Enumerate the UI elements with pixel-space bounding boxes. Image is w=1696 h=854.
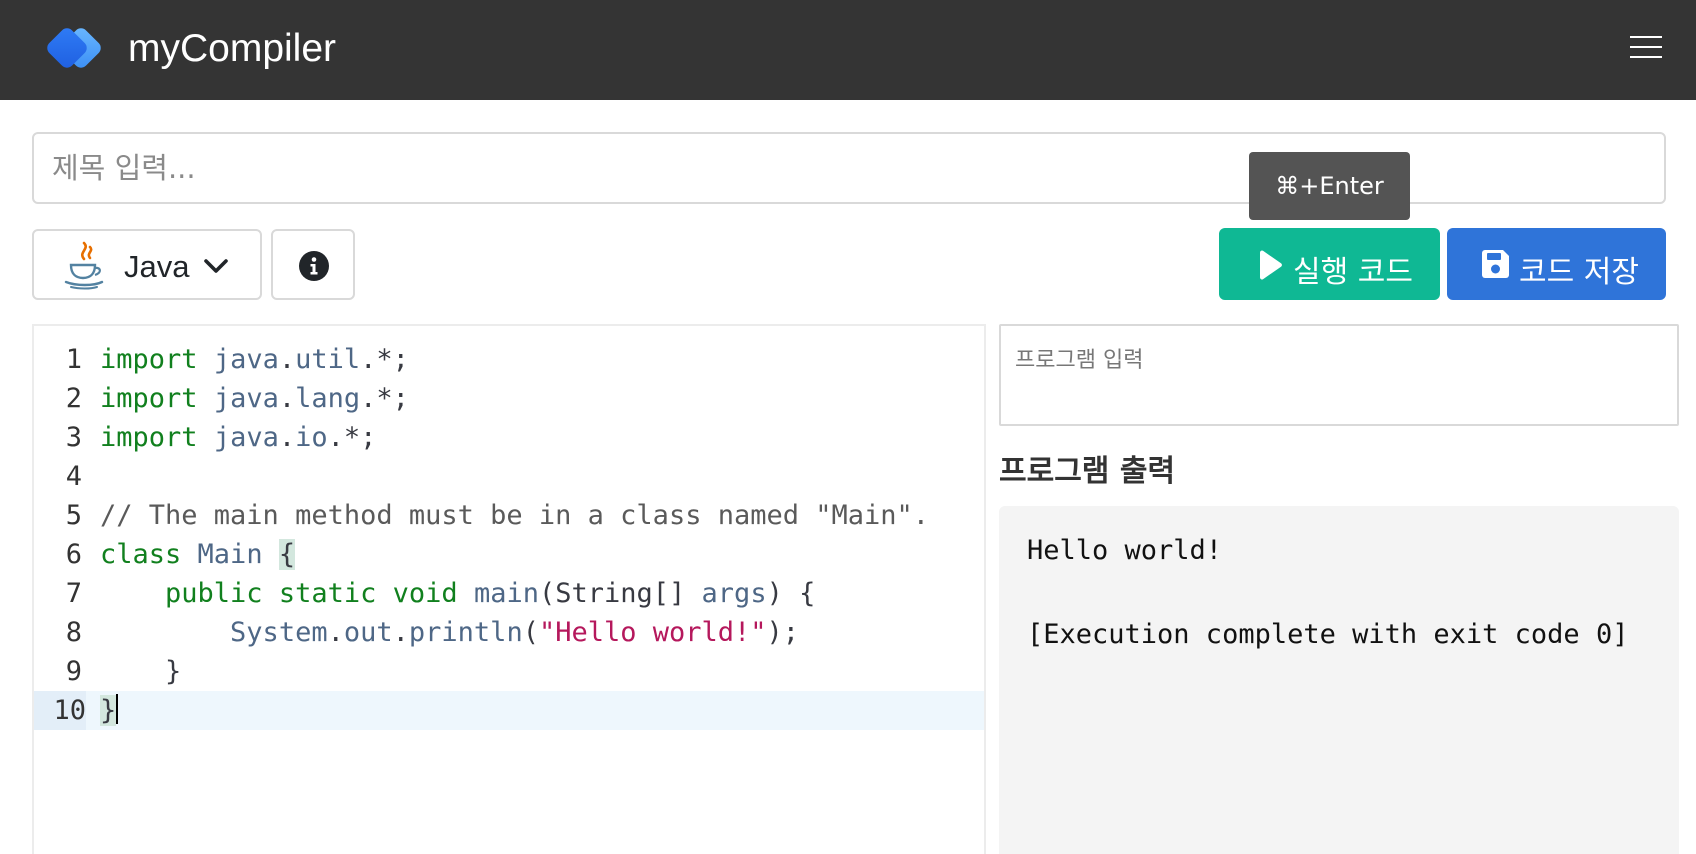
language-select-button[interactable]: Java: [32, 229, 262, 300]
line-number: 6: [65, 539, 82, 570]
line-number: 5: [65, 500, 82, 531]
code-line-5[interactable]: 5 // The main method must be in a class …: [34, 496, 984, 535]
code-text[interactable]: import java.io.*;: [100, 418, 376, 457]
code-text[interactable]: class Main {: [100, 535, 296, 574]
mycompiler-logo-icon[interactable]: [44, 25, 110, 73]
language-label: Java: [124, 249, 190, 284]
info-circle-icon: [299, 251, 329, 281]
line-number: 4: [65, 461, 82, 492]
line-number: 2: [65, 383, 82, 414]
info-button[interactable]: [271, 229, 355, 300]
run-code-label: 실행 코드: [1293, 255, 1413, 290]
code-line-4[interactable]: 4: [34, 457, 984, 496]
code-text[interactable]: import java.util.*;: [100, 340, 409, 379]
code-text[interactable]: System.out.println("Hello world!");: [100, 613, 799, 652]
run-shortcut-tooltip: ⌘+Enter: [1249, 152, 1410, 220]
line-number: 7: [65, 578, 82, 609]
line-number: 9: [65, 656, 82, 687]
code-line-2[interactable]: 2 import java.lang.*;: [34, 379, 984, 418]
chevron-down-icon: [204, 259, 228, 273]
code-line-1[interactable]: 1 import java.util.*;: [34, 340, 984, 379]
output-heading: 프로그램 출력: [999, 454, 1176, 489]
floppy-disk-icon: [1482, 250, 1509, 278]
line-number: 8: [65, 617, 82, 648]
top-navbar: myCompiler: [0, 0, 1696, 100]
code-comment[interactable]: // The main method must be in a class na…: [100, 496, 929, 535]
save-code-label: 코드 저장: [1519, 255, 1639, 290]
code-text[interactable]: import java.lang.*;: [100, 379, 409, 418]
output-line: ​: [1027, 572, 1651, 614]
code-editor[interactable]: 1 import java.util.*; 2 import java.lang…: [32, 324, 986, 854]
line-number: 10: [34, 691, 86, 730]
text-cursor: [116, 694, 119, 724]
hamburger-menu-icon[interactable]: [1630, 34, 1662, 60]
code-line-9[interactable]: 9 }: [34, 652, 984, 691]
play-icon: [1260, 250, 1282, 280]
line-number: 3: [65, 422, 82, 453]
code-line-3[interactable]: 3 import java.io.*;: [34, 418, 984, 457]
code-line-6[interactable]: 6 class Main {: [34, 535, 984, 574]
run-code-button[interactable]: 실행 코드: [1219, 228, 1440, 300]
program-output: Hello world! ​ [Execution complete with …: [999, 506, 1679, 854]
java-cup-icon: [64, 241, 104, 290]
code-text[interactable]: public static void main(String[] args) {: [100, 574, 815, 613]
code-line-8[interactable]: 8 System.out.println("Hello world!");: [34, 613, 984, 652]
save-code-button[interactable]: 코드 저장: [1447, 228, 1666, 300]
line-number: 1: [65, 344, 82, 375]
code-text[interactable]: }: [100, 691, 119, 730]
code-line-7[interactable]: 7 public static void main(String[] args)…: [34, 574, 984, 613]
title-input[interactable]: [32, 132, 1666, 204]
output-line: [Execution complete with exit code 0]: [1027, 619, 1629, 650]
program-input[interactable]: [999, 324, 1679, 426]
brand-name[interactable]: myCompiler: [128, 26, 336, 72]
code-line-10-active[interactable]: 10 }: [34, 691, 984, 730]
code-text[interactable]: }: [100, 652, 181, 691]
output-line: Hello world!: [1027, 535, 1223, 566]
